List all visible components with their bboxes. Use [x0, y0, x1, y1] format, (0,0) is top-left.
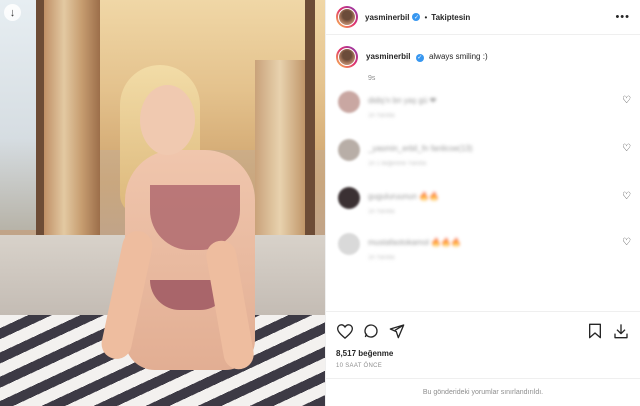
verified-badge-icon: ✓ — [412, 13, 421, 21]
avatar-image — [338, 48, 356, 66]
post-side-panel: yasminerbil ✓ • Takiptesin ••• yasminerb… — [325, 0, 640, 406]
post-header: yasminerbil ✓ • Takiptesin ••• — [326, 0, 640, 35]
download-icon[interactable] — [612, 322, 630, 340]
comment-avatar[interactable] — [338, 91, 360, 113]
avatar[interactable] — [336, 46, 358, 68]
comment-avatar[interactable] — [338, 233, 360, 255]
post-image: ↓ — [0, 0, 325, 406]
cabana-curtain-right — [255, 60, 305, 240]
caption-row: yasminerbil ✓ always smiling :) — [336, 46, 630, 68]
comments-restricted-notice: Bu gönderideki yorumlar sınırlandırıldı. — [326, 378, 640, 406]
username[interactable]: yasminerbil — [365, 13, 409, 22]
comment-item: mustafaotokamol 🔥🔥🔥 1h Yanıtla ♡ — [336, 233, 631, 273]
separator-dot: • — [424, 12, 428, 22]
comment-meta: 1h 1 beğenme Yanıtla — [368, 161, 427, 167]
more-options-icon[interactable]: ••• — [615, 11, 630, 23]
comment-text: didiş'n bn yaş gü ❤ — [368, 96, 437, 105]
avatar[interactable] — [336, 6, 358, 28]
comments-section: yasminerbil ✓ always smiling :) 9s didiş… — [326, 36, 640, 311]
share-icon[interactable] — [388, 322, 406, 340]
caption-message: always smiling :) — [428, 52, 488, 61]
comment-item: didiş'n bn yaş gü ❤ 1h Yanıtla ♡ — [336, 91, 631, 131]
heart-icon[interactable] — [336, 322, 354, 340]
comment-avatar[interactable] — [338, 139, 360, 161]
like-comment-heart-icon[interactable]: ♡ — [622, 95, 631, 106]
comment-text: mustafaotokamol 🔥🔥🔥 — [368, 238, 462, 247]
comment-item: guguluruunun 🔥🔥 1h Yanıtla ♡ — [336, 187, 631, 227]
comment-icon[interactable] — [362, 322, 380, 340]
caption: yasminerbil ✓ always smiling :) — [366, 46, 488, 62]
avatar-image — [338, 8, 356, 26]
comment-meta: 1h Yanıtla — [368, 209, 395, 215]
person-face — [140, 85, 195, 155]
comment-avatar[interactable] — [338, 187, 360, 209]
following-button[interactable]: Takiptesin — [431, 13, 470, 22]
like-comment-heart-icon[interactable]: ♡ — [622, 143, 631, 154]
action-icon-row — [336, 321, 630, 341]
like-comment-heart-icon[interactable]: ♡ — [622, 237, 631, 248]
comment-meta: 1h Yanıtla — [368, 113, 395, 119]
comment-item: _yasmin_erbil_fn fanlicoe(13) 1h 1 beğen… — [336, 139, 631, 179]
post-actions: 8,517 beğenme 10 SAAT ÖNCE — [326, 311, 640, 369]
bookmark-icon[interactable] — [586, 322, 604, 340]
arrow-down-icon: ↓ — [9, 6, 16, 19]
like-comment-heart-icon[interactable]: ♡ — [622, 191, 631, 202]
caption-username[interactable]: yasminerbil — [366, 52, 410, 61]
post-time-ago: 10 SAAT ÖNCE — [336, 363, 383, 369]
likes-count[interactable]: 8,517 beğenme — [336, 349, 630, 358]
comment-text: _yasmin_erbil_fn fanlicoe(13) — [368, 144, 473, 153]
verified-badge-icon: ✓ — [415, 53, 424, 62]
download-arrow-button[interactable]: ↓ — [4, 4, 21, 21]
comment-meta: 1h Yanıtla — [368, 255, 395, 261]
comment-text: guguluruunun 🔥🔥 — [368, 192, 440, 201]
caption-time: 9s — [368, 75, 376, 82]
